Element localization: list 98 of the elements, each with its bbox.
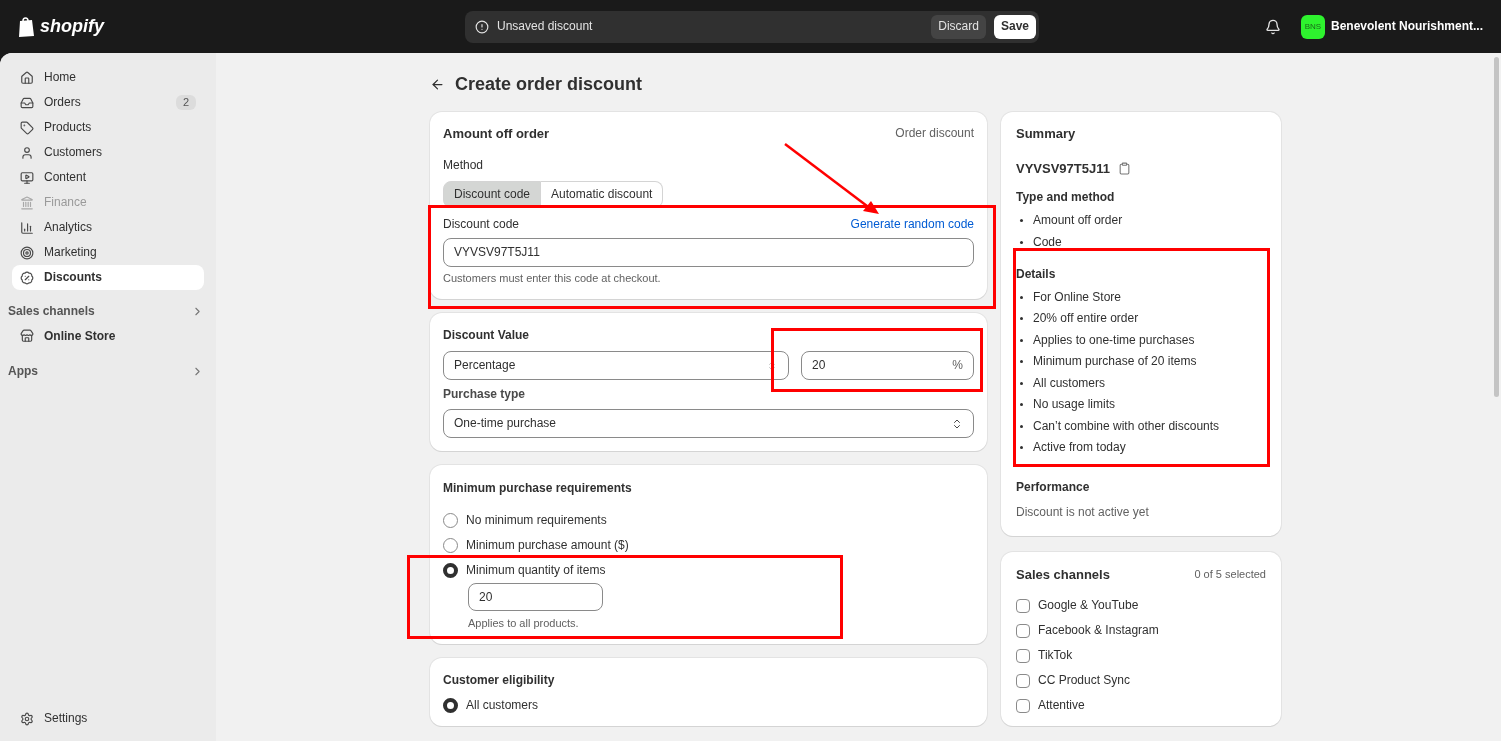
- summary-section-title: Performance: [1016, 480, 1091, 495]
- summary-item: All customers: [1033, 375, 1106, 391]
- summary-item: For Online Store: [1033, 289, 1122, 305]
- home-icon: [20, 70, 34, 85]
- bullet-icon: [1020, 295, 1023, 299]
- notification-bell-icon[interactable]: [1264, 18, 1281, 35]
- settings-item[interactable]: Settings: [12, 706, 204, 731]
- discount-code-text: VYVSV97T5J11: [1016, 161, 1110, 176]
- discount-type-select[interactable]: Percentage: [443, 351, 789, 380]
- checkbox[interactable]: [1016, 698, 1030, 713]
- radio-label[interactable]: All customers: [466, 698, 539, 713]
- card-title: Amount off order: [443, 126, 550, 141]
- sidebar-item[interactable]: Content: [12, 165, 204, 190]
- checkbox[interactable]: [1016, 648, 1030, 663]
- count-badge: 2: [175, 95, 196, 110]
- bullet-icon: [1020, 403, 1023, 406]
- summary-item: 20% off entire order: [1033, 311, 1139, 326]
- sidebar-item[interactable]: Customers: [12, 140, 204, 165]
- sidebar-item[interactable]: Marketing: [12, 240, 204, 265]
- radio-label[interactable]: Minimum purchase amount ($): [466, 538, 629, 553]
- monitor-icon: [20, 170, 34, 185]
- sidebar-item[interactable]: Products: [12, 115, 204, 140]
- inbox-icon: [20, 95, 34, 110]
- store-avatar[interactable]: BNS: [1300, 14, 1325, 39]
- help-text: Applies to all products.: [468, 616, 580, 631]
- radio-button[interactable]: [443, 698, 458, 713]
- card-title: Customer eligibility: [443, 673, 556, 688]
- card-title: Summary: [1016, 126, 1077, 141]
- bar-chart-icon: [20, 220, 34, 235]
- person-icon: [20, 145, 34, 160]
- bullet-icon: [1020, 219, 1023, 222]
- discount-amount-field[interactable]: 20 %: [801, 351, 974, 380]
- target-icon: [20, 245, 34, 260]
- checkbox[interactable]: [1016, 623, 1030, 638]
- checkbox[interactable]: [1016, 673, 1030, 688]
- summary-section-title: Details: [1016, 266, 1057, 282]
- store-name[interactable]: Benevolent Nourishment...: [1330, 19, 1483, 34]
- page-title: Create order discount: [455, 73, 643, 95]
- summary-item: Code: [1033, 234, 1062, 250]
- alert-icon: [475, 19, 489, 34]
- card-title: Minimum purchase requirements: [443, 481, 633, 496]
- bullet-icon: [1020, 360, 1023, 363]
- field-label: Method: [443, 158, 485, 173]
- sidebar-item[interactable]: Analytics: [12, 215, 204, 240]
- checkbox-label[interactable]: Attentive: [1038, 698, 1085, 713]
- store-icon: [20, 329, 34, 343]
- tag-icon: [20, 120, 34, 135]
- summary-item: Active from today: [1033, 440, 1126, 455]
- brand-logo-text: shopify: [40, 19, 104, 34]
- discount-type-label: Order discount: [895, 126, 974, 141]
- summary-item: Minimum purchase of 20 items: [1033, 354, 1197, 369]
- summary-section-title: Type and method: [1016, 190, 1116, 205]
- quantity-field[interactable]: 20: [468, 583, 603, 611]
- radio-label[interactable]: Minimum quantity of items: [466, 563, 606, 578]
- field-label: Discount code: [443, 217, 520, 232]
- checkbox-label[interactable]: Google & YouTube: [1038, 598, 1139, 613]
- radio-button[interactable]: [443, 513, 458, 528]
- bullet-icon: [1020, 381, 1023, 385]
- selection-count: 0 of 5 selected: [1194, 567, 1266, 582]
- sidebar-item[interactable]: Orders 2: [12, 90, 204, 115]
- generate-code-link[interactable]: Generate random code: [850, 217, 974, 232]
- card-title: Discount Value: [443, 328, 531, 343]
- summary-item: Can’t combine with other discounts: [1033, 418, 1220, 434]
- bullet-icon: [1020, 424, 1023, 428]
- summary-item: No usage limits: [1033, 397, 1116, 412]
- help-text: Customers must enter this code at checkout.: [443, 271, 662, 286]
- select-arrows-icon: [951, 417, 963, 430]
- sidebar-item[interactable]: Home: [12, 65, 204, 90]
- save-button[interactable]: Save: [993, 14, 1036, 39]
- radio-button[interactable]: [443, 538, 458, 553]
- copy-icon[interactable]: [1117, 162, 1131, 175]
- card-title: Sales channels: [1016, 567, 1110, 582]
- field-label: Purchase type: [443, 387, 527, 402]
- percent-badge-icon: [20, 270, 34, 285]
- checkbox[interactable]: [1016, 598, 1030, 613]
- summary-item: Applies to one-time purchases: [1033, 332, 1195, 348]
- purchase-type-select[interactable]: One-time purchase: [443, 409, 974, 438]
- unsaved-message: Unsaved discount: [497, 19, 594, 34]
- bullet-icon: [1020, 446, 1023, 449]
- sidebar-item[interactable]: Online Store: [12, 322, 204, 350]
- checkbox-label[interactable]: TikTok: [1038, 648, 1073, 663]
- bullet-icon: [1020, 338, 1023, 342]
- performance-text: Discount is not active yet: [1016, 505, 1150, 521]
- summary-item: Amount off order: [1033, 213, 1123, 228]
- sidebar-item[interactable]: Discounts: [12, 265, 204, 290]
- checkbox-label[interactable]: Facebook & Instagram: [1038, 623, 1159, 638]
- checkbox-label[interactable]: CC Product Sync: [1038, 673, 1131, 688]
- shopping-bag-logo-icon: [18, 15, 36, 38]
- settings-icon: [20, 711, 34, 726]
- radio-label[interactable]: No minimum requirements: [466, 513, 607, 528]
- bullet-icon: [1020, 317, 1023, 320]
- discount-code-field[interactable]: VYVSV97T5J11: [443, 238, 974, 267]
- bank-icon: [20, 195, 34, 210]
- sidebar-section-header[interactable]: Sales channels: [8, 300, 204, 322]
- discard-button[interactable]: Discard: [931, 14, 986, 39]
- sidebar-section-header[interactable]: Apps: [8, 360, 204, 382]
- bullet-icon: [1020, 240, 1023, 244]
- radio-button[interactable]: [443, 563, 458, 578]
